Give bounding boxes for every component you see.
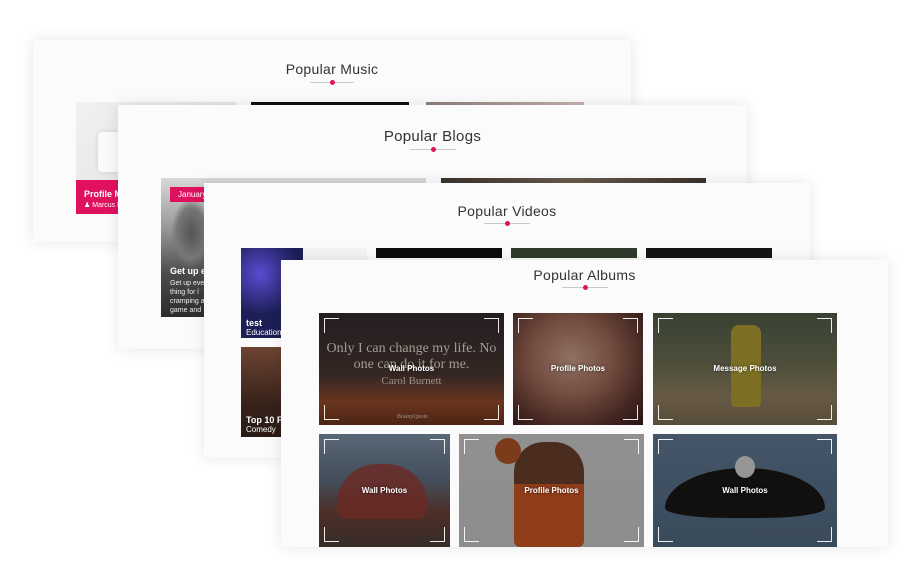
- corner-frame: [324, 405, 339, 420]
- divider-dot: [504, 221, 510, 226]
- divider-dot: [329, 80, 335, 85]
- blog-post-excerpt: Get up eve thing for l cramping a game a…: [170, 279, 205, 315]
- popular-albums-divider: [562, 285, 608, 290]
- corner-frame: [817, 405, 832, 420]
- video-caption: test Education: [246, 318, 282, 338]
- album-label: Wall Photos: [722, 485, 768, 495]
- corner-frame: [658, 527, 673, 542]
- corner-frame: [484, 405, 499, 420]
- blog-excerpt-line: Get up eve: [170, 280, 205, 287]
- video-title: test: [246, 318, 263, 328]
- corner-frame: [817, 527, 832, 542]
- corner-frame: [484, 318, 499, 333]
- corner-frame: [324, 527, 339, 542]
- blog-excerpt-line: game and: [170, 307, 202, 314]
- album-tile-wall-photos-3[interactable]: Wall Photos: [653, 434, 837, 547]
- popular-blogs-title: Popular Blogs: [383, 128, 482, 145]
- popular-albums-title: Popular Albums: [533, 267, 636, 283]
- corner-frame: [817, 439, 832, 454]
- divider-dot: [582, 285, 588, 290]
- album-label: Profile Photos: [550, 364, 606, 373]
- video-category: Education: [246, 328, 282, 337]
- album-label: Profile Photos: [524, 485, 579, 495]
- blog-excerpt-line: thing for l: [170, 289, 199, 296]
- album-tile-message-photos[interactable]: Message Photos: [653, 313, 837, 425]
- corner-frame: [464, 527, 479, 542]
- corner-frame: [430, 439, 445, 454]
- album-label: Wall Photos: [361, 485, 408, 495]
- corner-frame: [518, 318, 533, 333]
- album-label: Message Photos: [713, 364, 777, 373]
- popular-albums-panel: Popular Albums Only I can change my life…: [281, 260, 888, 547]
- album-label: Wall Photos: [388, 364, 435, 373]
- popular-videos-divider: [484, 221, 530, 226]
- corner-frame: [623, 318, 638, 333]
- corner-frame: [624, 527, 639, 542]
- corner-frame: [658, 318, 673, 333]
- popular-videos-title: Popular Videos: [457, 203, 557, 219]
- user-icon: ♟: [84, 202, 91, 209]
- album-tile-profile-photos-2[interactable]: Profile Photos: [459, 434, 644, 547]
- video-card-3[interactable]: [511, 248, 637, 258]
- corner-frame: [324, 439, 339, 454]
- divider-dot: [430, 147, 436, 152]
- popular-music-divider: [310, 80, 354, 85]
- corner-frame: [430, 527, 445, 542]
- video-card-2[interactable]: [376, 248, 502, 258]
- music-card-title: Profile M: [84, 189, 123, 199]
- corner-frame: [658, 405, 673, 420]
- corner-frame: [817, 318, 832, 333]
- video-card-4[interactable]: [646, 248, 772, 258]
- album-tile-wall-photos-2[interactable]: Wall Photos: [319, 434, 450, 547]
- corner-frame: [623, 405, 638, 420]
- corner-frame: [518, 405, 533, 420]
- blog-post-title[interactable]: Get up e: [170, 266, 206, 276]
- video-category: Comedy: [246, 425, 276, 434]
- corner-frame: [624, 439, 639, 454]
- corner-frame: [658, 439, 673, 454]
- popular-music-title: Popular Music: [285, 61, 379, 77]
- popular-blogs-divider: [410, 147, 456, 152]
- blog-excerpt-line: cramping a: [170, 298, 205, 305]
- corner-frame: [324, 318, 339, 333]
- album-tile-wall-photos[interactable]: Only I can change my life. No one can do…: [319, 313, 504, 425]
- album-tile-profile-photos[interactable]: Profile Photos: [513, 313, 643, 425]
- corner-frame: [464, 439, 479, 454]
